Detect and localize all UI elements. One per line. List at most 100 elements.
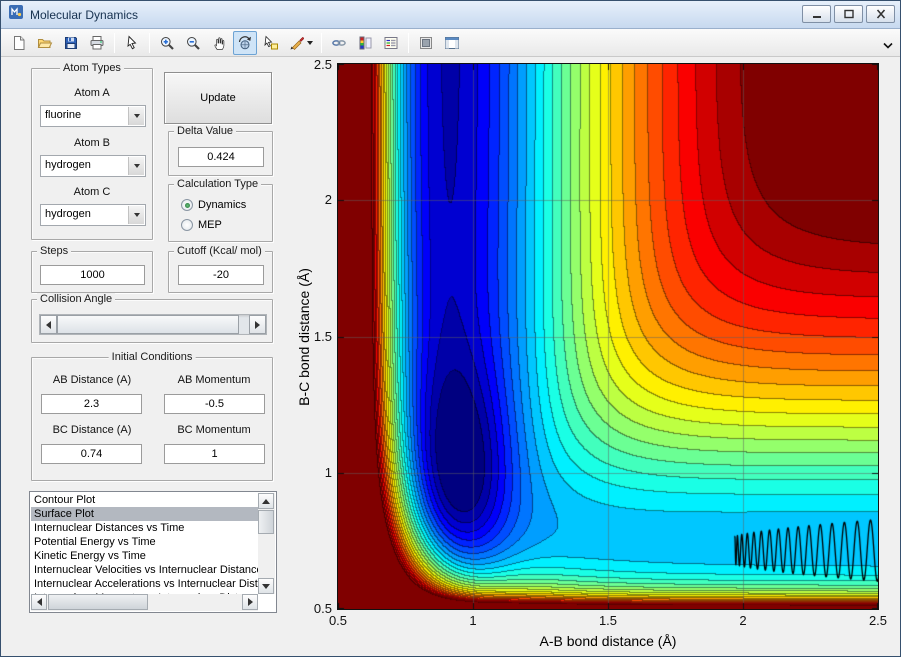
atom-b-value: hydrogen bbox=[45, 159, 91, 171]
bc-distance-label: BC Distance (A) bbox=[32, 424, 152, 436]
bc-momentum-field[interactable] bbox=[164, 444, 265, 464]
title-bar[interactable]: Molecular Dynamics bbox=[1, 1, 900, 29]
zoom-in-icon[interactable] bbox=[155, 31, 179, 55]
plot-type-listbox: Contour Plot Surface Plot Internuclear D… bbox=[29, 491, 277, 613]
pes-plot-canvas[interactable] bbox=[338, 64, 878, 609]
steps-title: Steps bbox=[37, 245, 71, 257]
save-figure-icon[interactable] bbox=[59, 31, 83, 55]
atom-b-dropdown-arrow-icon[interactable] bbox=[128, 157, 144, 175]
list-item[interactable]: Internuclear Accelerations vs Internucle… bbox=[31, 577, 258, 591]
y-tick-label: 1 bbox=[300, 465, 332, 480]
calculation-type-title: Calculation Type bbox=[174, 178, 261, 190]
open-file-icon[interactable] bbox=[33, 31, 57, 55]
delta-value-panel: Delta Value bbox=[168, 131, 273, 176]
atom-a-dropdown[interactable]: fluorine bbox=[40, 105, 146, 127]
slider-right-arrow-icon[interactable] bbox=[249, 315, 266, 334]
bc-distance-field[interactable] bbox=[41, 444, 142, 464]
toolbar-separator bbox=[149, 33, 150, 53]
scroll-left-icon[interactable] bbox=[31, 594, 47, 610]
mep-radio-label: MEP bbox=[198, 219, 222, 231]
y-tick-label: 0.5 bbox=[300, 601, 332, 616]
initial-conditions-title: Initial Conditions bbox=[109, 351, 196, 363]
list-item[interactable]: Kinetic Energy vs Time bbox=[31, 549, 258, 563]
plot-type-list: Contour Plot Surface Plot Internuclear D… bbox=[31, 493, 258, 594]
insert-colorbar-icon[interactable] bbox=[353, 31, 377, 55]
horizontal-scrollbar[interactable] bbox=[31, 594, 258, 611]
mep-radio[interactable]: MEP bbox=[181, 219, 222, 231]
brush-dropdown-caret-icon[interactable] bbox=[307, 41, 313, 45]
minimize-button[interactable] bbox=[802, 5, 831, 23]
atom-c-label: Atom C bbox=[32, 186, 152, 198]
delta-value-field[interactable] bbox=[178, 147, 264, 167]
atom-c-dropdown[interactable]: hydrogen bbox=[40, 204, 146, 226]
collision-angle-title: Collision Angle bbox=[37, 293, 115, 305]
hide-plot-tools-icon[interactable] bbox=[414, 31, 438, 55]
cutoff-field[interactable] bbox=[178, 265, 264, 285]
data-cursor-icon[interactable] bbox=[259, 31, 283, 55]
radio-selected-icon[interactable] bbox=[181, 199, 193, 211]
atom-b-dropdown[interactable]: hydrogen bbox=[40, 155, 146, 177]
link-plot-icon[interactable] bbox=[327, 31, 351, 55]
rotate-3d-icon[interactable] bbox=[233, 31, 257, 55]
brush-icon[interactable] bbox=[285, 31, 316, 55]
ab-distance-label: AB Distance (A) bbox=[32, 374, 152, 386]
scroll-up-icon[interactable] bbox=[258, 493, 274, 509]
ab-distance-field[interactable] bbox=[41, 394, 142, 414]
vertical-scroll-thumb[interactable] bbox=[258, 510, 274, 534]
collision-angle-panel: Collision Angle bbox=[31, 299, 273, 343]
restore-button[interactable] bbox=[834, 5, 863, 23]
new-figure-icon[interactable] bbox=[7, 31, 31, 55]
x-tick-label: 1.5 bbox=[588, 613, 628, 628]
y-tick-label: 2.5 bbox=[300, 57, 332, 72]
atom-a-dropdown-arrow-icon[interactable] bbox=[128, 107, 144, 125]
atom-c-dropdown-arrow-icon[interactable] bbox=[128, 206, 144, 224]
scroll-right-icon[interactable] bbox=[242, 594, 258, 610]
y-tick-label: 2 bbox=[300, 192, 332, 207]
ab-momentum-label: AB Momentum bbox=[154, 374, 274, 386]
app-window: Molecular Dynamics Atom Types Atom A bbox=[0, 0, 901, 657]
steps-field[interactable] bbox=[40, 265, 145, 285]
x-tick-label: 1 bbox=[453, 613, 493, 628]
x-tick-label: 2.5 bbox=[858, 613, 898, 628]
horizontal-scroll-thumb[interactable] bbox=[48, 594, 148, 610]
radio-unselected-icon[interactable] bbox=[181, 219, 193, 231]
scroll-down-icon[interactable] bbox=[258, 578, 274, 594]
slider-thumb[interactable] bbox=[57, 315, 239, 334]
print-figure-icon[interactable] bbox=[85, 31, 109, 55]
update-button[interactable]: Update bbox=[164, 72, 272, 124]
atom-a-label: Atom A bbox=[32, 87, 152, 99]
toolbar-separator bbox=[408, 33, 409, 53]
window-title: Molecular Dynamics bbox=[30, 8, 138, 22]
edit-plot-icon[interactable] bbox=[120, 31, 144, 55]
insert-legend-icon[interactable] bbox=[379, 31, 403, 55]
initial-conditions-panel: Initial Conditions AB Distance (A) AB Mo… bbox=[31, 357, 273, 481]
toolbar bbox=[1, 29, 900, 57]
list-item[interactable]: Contour Plot bbox=[31, 493, 258, 507]
app-icon bbox=[8, 4, 24, 25]
y-axis-label: B-C bond distance (Å) bbox=[296, 268, 312, 406]
bc-momentum-label: BC Momentum bbox=[154, 424, 274, 436]
collision-angle-slider[interactable] bbox=[39, 314, 267, 335]
atom-types-panel: Atom Types Atom A fluorine Atom B hydrog… bbox=[31, 68, 153, 240]
atom-types-title: Atom Types bbox=[60, 62, 124, 74]
toolbar-separator bbox=[321, 33, 322, 53]
pan-icon[interactable] bbox=[207, 31, 231, 55]
x-axis-label: A-B bond distance (Å) bbox=[338, 633, 878, 649]
slider-left-arrow-icon[interactable] bbox=[40, 315, 57, 334]
x-tick-label: 2 bbox=[723, 613, 763, 628]
vertical-scrollbar[interactable] bbox=[258, 493, 275, 594]
zoom-out-icon[interactable] bbox=[181, 31, 205, 55]
list-item-selected[interactable]: Surface Plot bbox=[31, 507, 258, 521]
cutoff-panel: Cutoff (Kcal/ mol) bbox=[168, 251, 273, 293]
dynamics-radio[interactable]: Dynamics bbox=[181, 199, 246, 211]
show-plot-tools-icon[interactable] bbox=[440, 31, 464, 55]
steps-panel: Steps bbox=[31, 251, 153, 293]
list-item[interactable]: Internuclear Velocities vs Internuclear … bbox=[31, 563, 258, 577]
calculation-type-panel: Calculation Type Dynamics MEP bbox=[168, 184, 273, 242]
ab-momentum-field[interactable] bbox=[164, 394, 265, 414]
close-button[interactable] bbox=[866, 5, 895, 23]
toolbar-overflow-icon[interactable] bbox=[883, 37, 893, 55]
list-item[interactable]: Potential Energy vs Time bbox=[31, 535, 258, 549]
delta-value-title: Delta Value bbox=[174, 125, 236, 137]
list-item[interactable]: Internuclear Distances vs Time bbox=[31, 521, 258, 535]
